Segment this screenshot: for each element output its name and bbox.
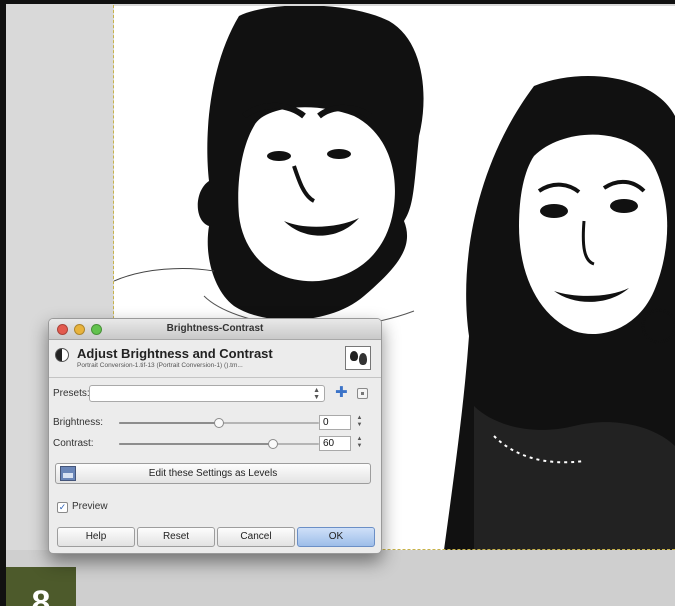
preview-label[interactable]: Preview	[72, 501, 108, 512]
step-number-badge: 8	[6, 567, 76, 606]
brightness-value-input[interactable]: 0	[319, 415, 351, 430]
dialog-header-title: Adjust Brightness and Contrast	[77, 346, 273, 361]
menu-icon[interactable]	[357, 388, 368, 399]
header-divider	[49, 377, 381, 378]
ok-button[interactable]: OK	[297, 527, 375, 547]
contrast-stepper[interactable]: ▲ ▼	[355, 436, 364, 451]
brightness-contrast-dialog: Brightness-Contrast Adjust Brightness an…	[48, 318, 382, 554]
brightness-slider-handle[interactable]	[214, 418, 224, 428]
brightness-stepper[interactable]: ▲ ▼	[355, 415, 364, 430]
dialog-header-subtitle: Portrait Conversion-1.tif-13 (Portrait C…	[77, 362, 243, 369]
contrast-slider-handle[interactable]	[268, 439, 278, 449]
contrast-label: Contrast:	[53, 438, 94, 449]
dialog-titlebar[interactable]: Brightness-Contrast	[49, 319, 381, 340]
contrast-value-input[interactable]: 60	[319, 436, 351, 451]
arrow-up-down-icon: ▲ ▼	[313, 387, 320, 401]
help-button[interactable]: Help	[57, 527, 135, 547]
contrast-slider-fill	[119, 443, 273, 445]
contrast-slider[interactable]	[119, 439, 319, 449]
edit-as-levels-label: Edit these Settings as Levels	[148, 468, 278, 479]
checkmark-icon: ✓	[58, 502, 67, 512]
presets-label: Presets:	[53, 388, 90, 399]
reset-button[interactable]: Reset	[137, 527, 215, 547]
dialog-title: Brightness-Contrast	[166, 323, 264, 334]
preview-checkbox[interactable]: ✓	[57, 502, 68, 513]
edit-as-levels-button[interactable]: Edit these Settings as Levels	[55, 463, 371, 484]
canvas-bottom-strip	[6, 550, 675, 606]
brightness-slider[interactable]	[119, 418, 319, 428]
brightness-slider-fill	[119, 422, 219, 424]
image-thumbnail	[345, 346, 371, 370]
presets-select[interactable]: ▲ ▼	[89, 385, 325, 402]
cancel-button[interactable]: Cancel	[217, 527, 295, 547]
brightness-label: Brightness:	[53, 417, 104, 428]
brightness-contrast-icon	[55, 348, 69, 362]
add-icon[interactable]: ✚	[335, 385, 348, 401]
dialog-header: Adjust Brightness and Contrast Portrait …	[49, 340, 381, 376]
